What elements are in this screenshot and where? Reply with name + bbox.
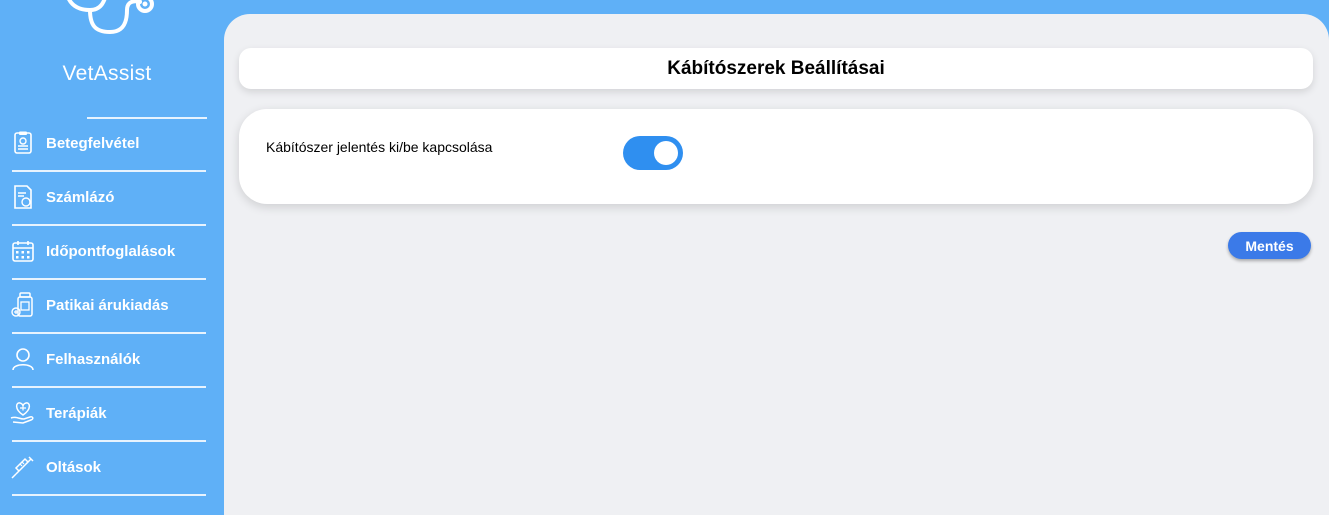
sidebar-item-idopontfoglalasok[interactable]: Időpontfoglalások: [10, 234, 210, 268]
stethoscope-logo-icon: [67, 0, 154, 35]
sidebar-item-label: Oltások: [46, 458, 102, 476]
main-content: Kábítószerek Beállításai Kábítószer jele…: [224, 14, 1329, 515]
nav-divider: [12, 440, 206, 442]
brand-name: VetAssist: [62, 62, 152, 85]
nav-divider: [12, 386, 206, 388]
narcotics-report-toggle-label: Kábítószer jelentés ki/be kapcsolása: [266, 139, 493, 155]
invoice-icon: [10, 184, 36, 210]
narcotics-report-toggle[interactable]: [623, 136, 683, 170]
user-icon: [10, 346, 36, 372]
sidebar: VetAssist Betegfelvétel Számlázó Időpont…: [0, 0, 224, 515]
sidebar-item-terapiak[interactable]: Terápiák: [10, 396, 210, 430]
sidebar-item-label: Terápiák: [46, 404, 107, 422]
sidebar-item-label: Felhasználók: [46, 350, 141, 368]
page-title-card: Kábítószerek Beállításai: [239, 48, 1313, 89]
nav-divider: [12, 170, 206, 172]
sidebar-item-label: Betegfelvétel: [46, 134, 140, 152]
syringe-icon: [10, 454, 36, 480]
toggle-knob: [654, 141, 678, 165]
sidebar-item-felhasznalok[interactable]: Felhasználók: [10, 342, 210, 376]
settings-card: Kábítószer jelentés ki/be kapcsolása: [239, 109, 1313, 204]
clipboard-pet-icon: [10, 130, 36, 156]
sidebar-item-label: Időpontfoglalások: [46, 242, 176, 260]
medicine-bottle-icon: [10, 292, 36, 318]
sidebar-item-oltasok[interactable]: Oltások: [10, 450, 210, 484]
sidebar-item-szamlazo[interactable]: Számlázó: [10, 180, 210, 214]
nav-divider: [12, 332, 206, 334]
sidebar-item-betegfelvetel[interactable]: Betegfelvétel: [10, 126, 210, 160]
nav-divider: [12, 494, 206, 496]
heart-hand-icon: [10, 400, 36, 426]
sidebar-item-label: Patikai árukiadás: [46, 296, 169, 314]
save-button[interactable]: Mentés: [1228, 232, 1311, 259]
nav-divider: [12, 278, 206, 280]
nav-divider: [12, 224, 206, 226]
page-title: Kábítószerek Beállításai: [667, 57, 885, 79]
sidebar-item-label: Számlázó: [46, 188, 115, 206]
sidebar-item-patikai-arukiadas[interactable]: Patikai árukiadás: [10, 288, 210, 322]
calendar-icon: [10, 238, 36, 264]
nav-divider: [87, 117, 207, 119]
